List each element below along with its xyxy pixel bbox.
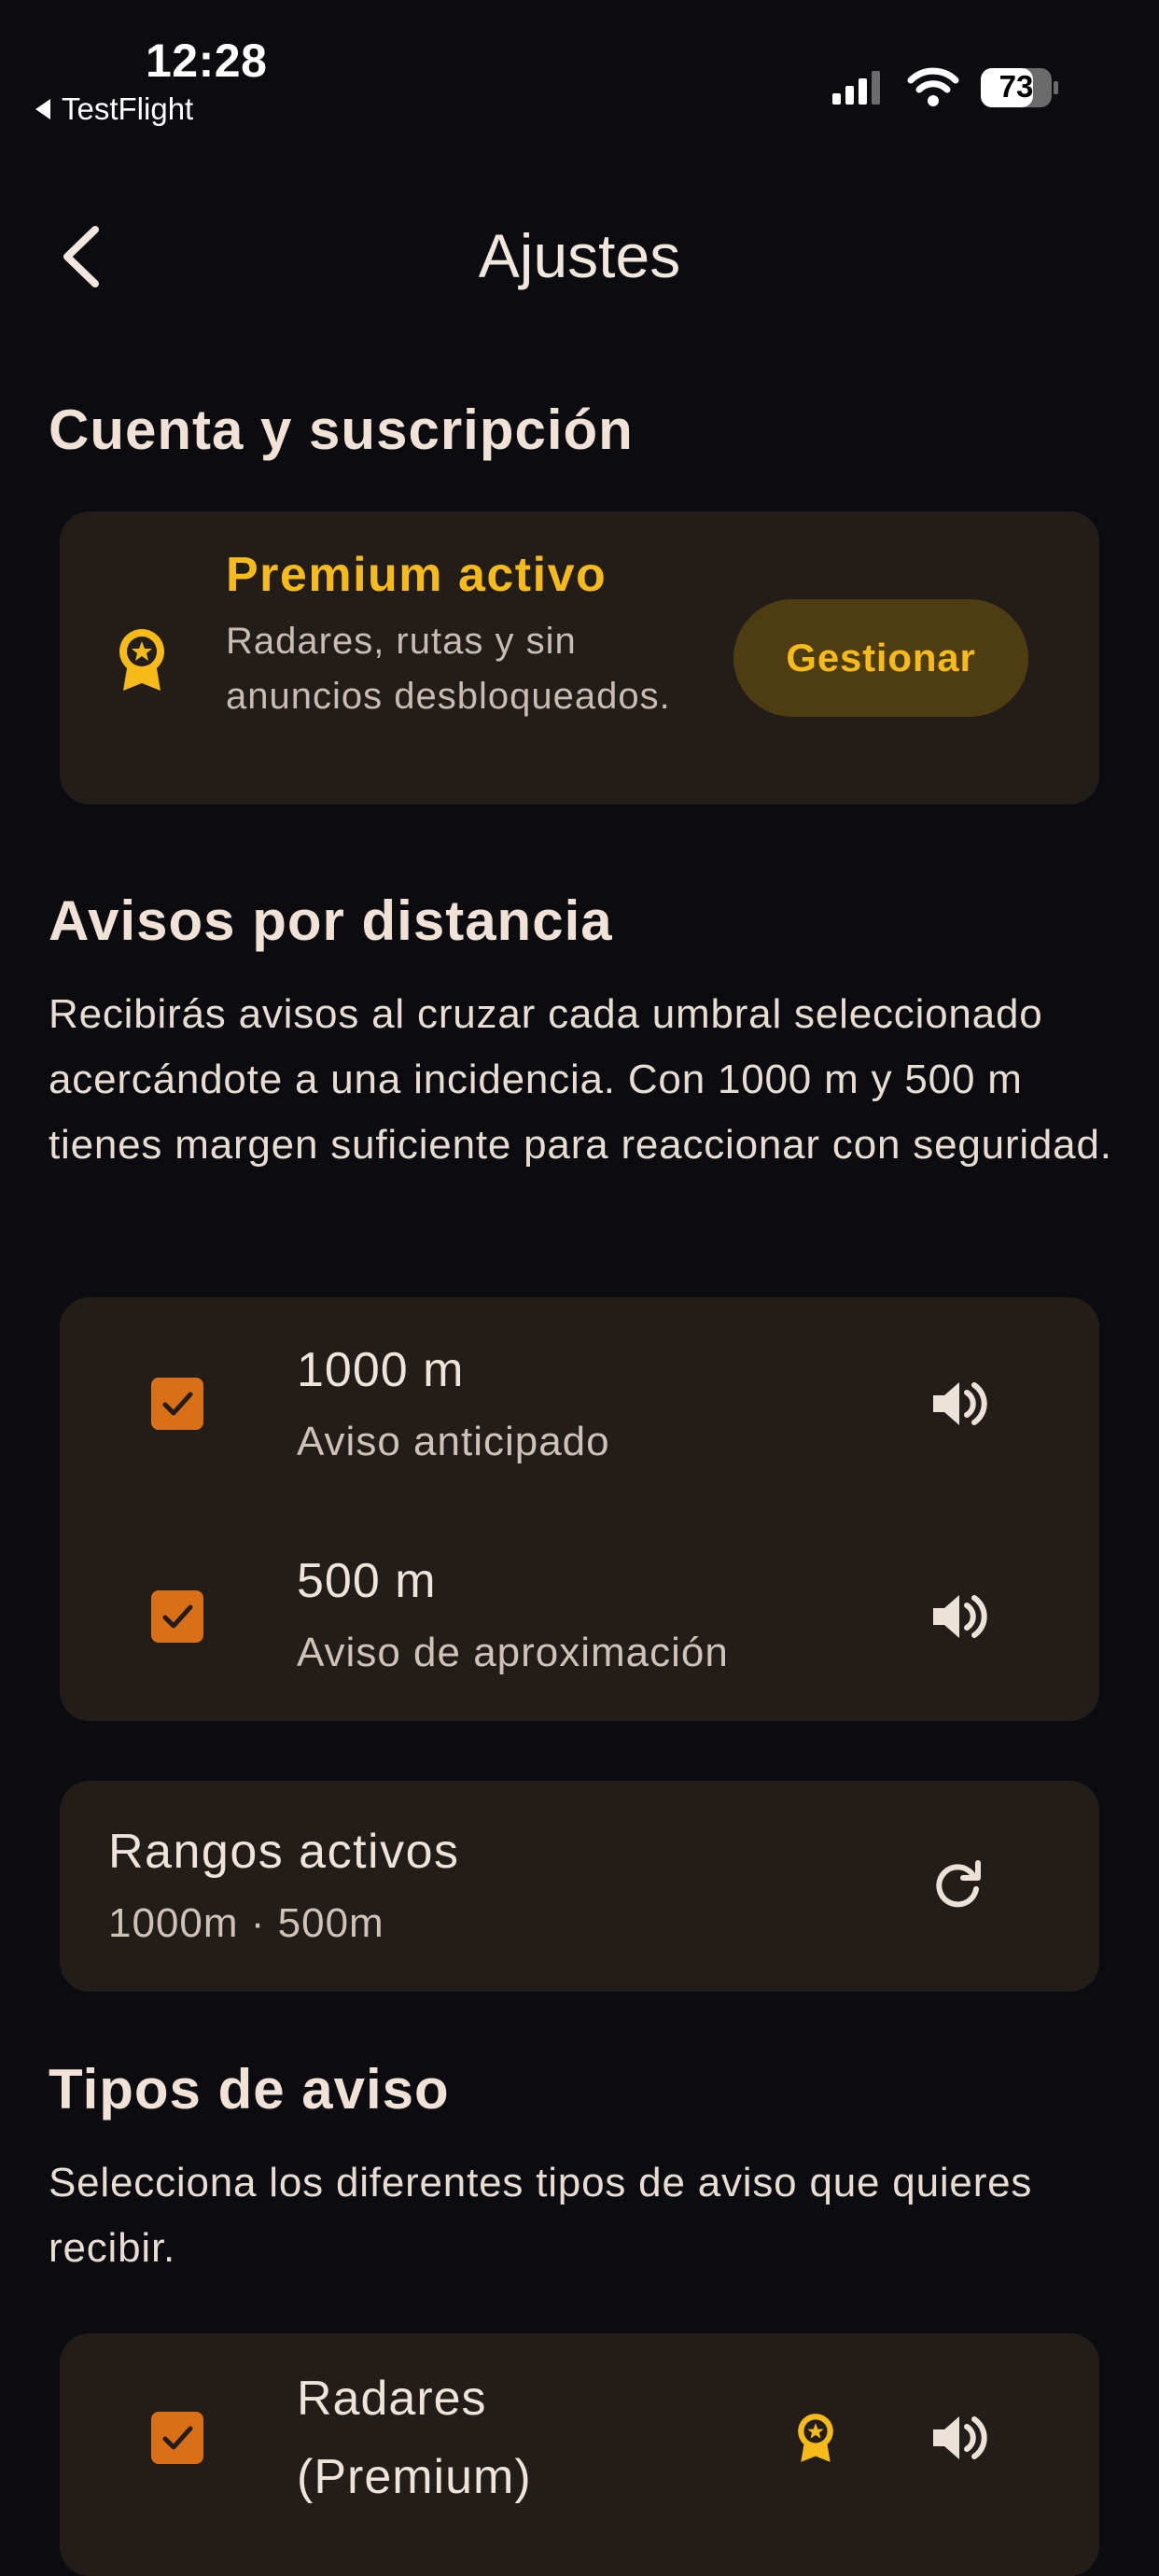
premium-badge-icon [798, 2414, 833, 2462]
check-icon [162, 1604, 193, 1629]
distance-description: Recibirás avisos al cruzar cada umbral s… [49, 991, 1112, 1168]
check-icon [162, 2426, 193, 2450]
distance-item-subtitle: Aviso de aproximación [297, 1630, 729, 1675]
premium-status-title: Premium activo [226, 548, 607, 602]
award-badge-icon [119, 629, 164, 691]
status-back-label: TestFlight [62, 91, 194, 126]
battery-indicator: 73 [980, 67, 1060, 108]
checkbox-radares[interactable] [151, 2412, 203, 2464]
checkbox-500m[interactable] [151, 1590, 203, 1643]
active-ranges-title: Rangos activos [108, 1825, 460, 1879]
speaker-icon[interactable] [929, 1378, 987, 1430]
battery-level: 73 [998, 69, 1034, 104]
wifi-icon [907, 67, 959, 106]
section-title-types: Tipos de aviso [49, 2058, 450, 2121]
distance-item-subtitle: Aviso anticipado [297, 1419, 610, 1464]
alert-type-subtitle: (Premium) [297, 2450, 532, 2504]
status-time: 12:28 [146, 35, 268, 87]
active-ranges-value: 1000m · 500m [108, 1900, 384, 1946]
manage-subscription-button[interactable]: Gestionar [733, 599, 1028, 717]
section-title-account: Cuenta y suscripción [49, 399, 634, 461]
page-title: Ajustes [478, 221, 681, 290]
alert-type-title: Radares [297, 2372, 487, 2426]
distance-item-title: 1000 m [297, 1343, 465, 1397]
distance-item-title: 500 m [297, 1554, 437, 1608]
speaker-icon[interactable] [929, 1590, 987, 1643]
status-back-to-app[interactable]: TestFlight [35, 91, 193, 127]
check-icon [162, 1392, 193, 1416]
types-description: Selecciona los diferentes tipos de aviso… [49, 2160, 1033, 2271]
back-triangle-icon [35, 99, 50, 119]
refresh-icon[interactable] [929, 1857, 985, 1913]
signal-icon [832, 71, 880, 105]
premium-description: Radares, rutas y sin anuncios desbloquea… [226, 621, 671, 717]
section-title-distance: Avisos por distancia [49, 889, 613, 952]
speaker-icon[interactable] [929, 2412, 987, 2464]
checkbox-1000m[interactable] [151, 1378, 203, 1430]
